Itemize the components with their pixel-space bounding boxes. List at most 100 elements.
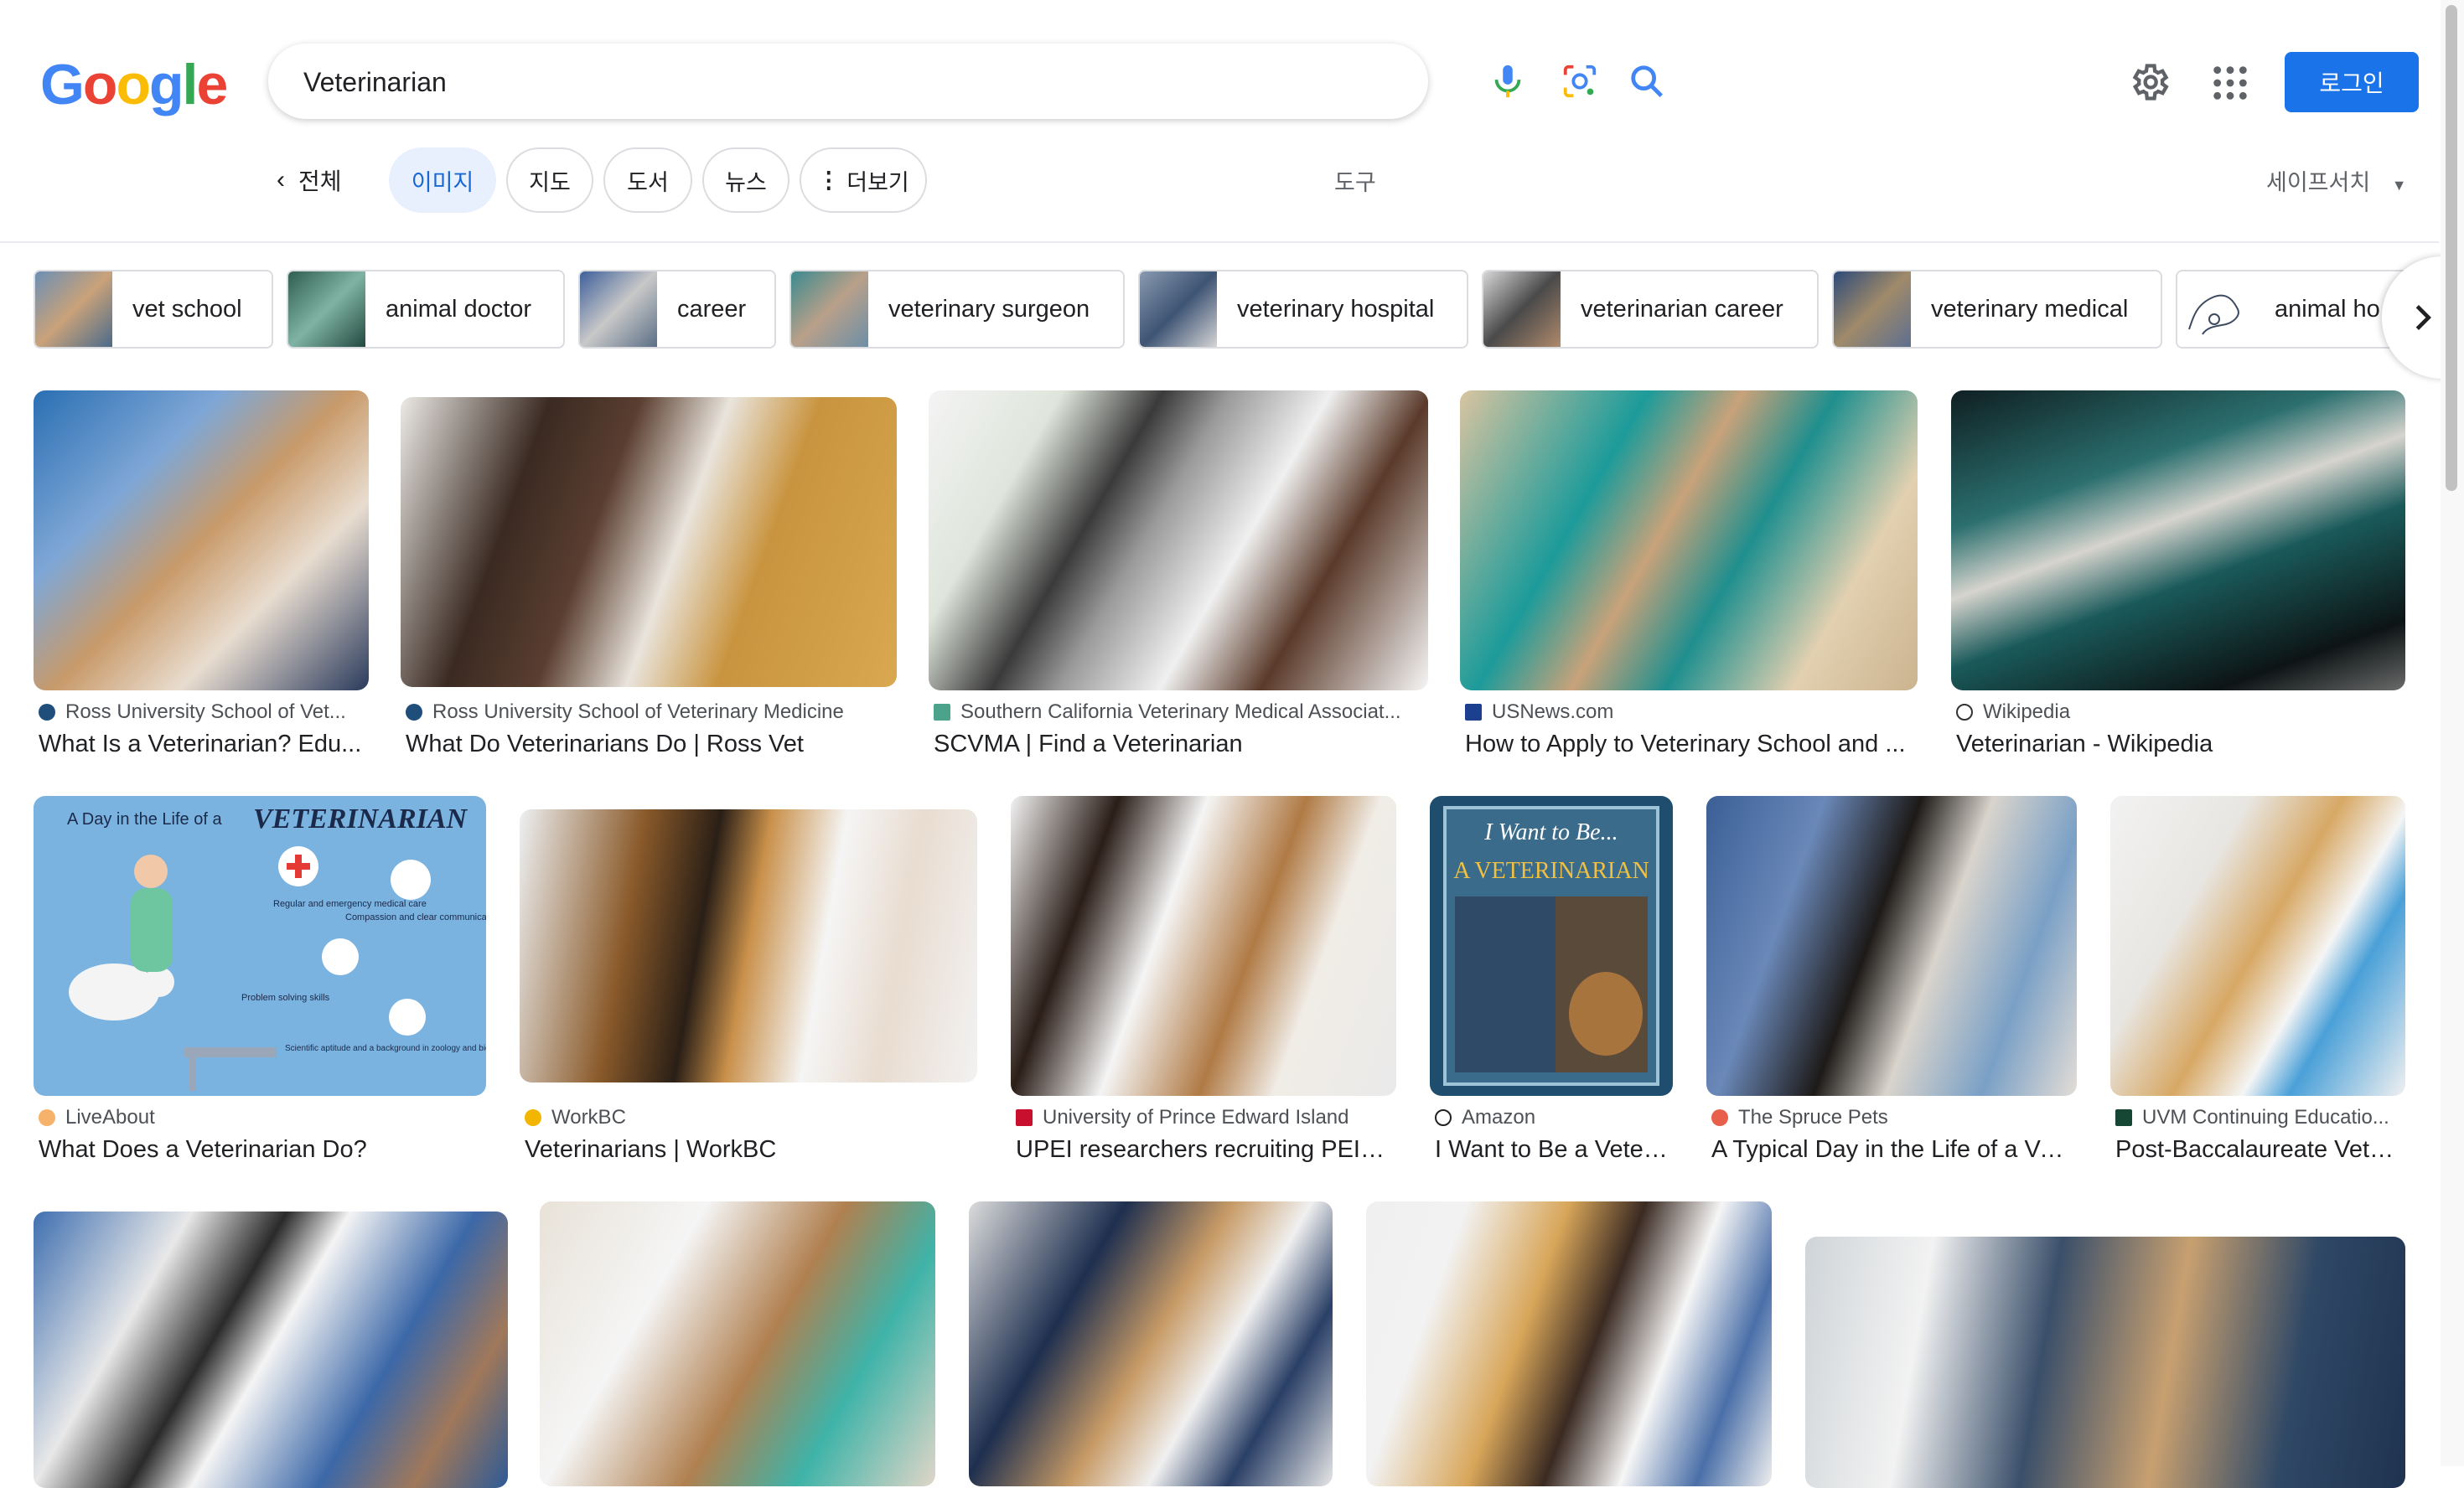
result-source[interactable]: Wikipedia [1956, 700, 2400, 724]
result-image[interactable] [969, 1201, 1333, 1486]
site-favicon-icon [1465, 704, 1482, 721]
chevron-left-icon: ‹ [277, 166, 285, 194]
result-image[interactable] [2110, 796, 2405, 1096]
site-favicon-icon [934, 704, 950, 721]
book-title-line1: I Want to Be... [1483, 819, 1618, 845]
result-image[interactable] [34, 1212, 508, 1488]
search-icon[interactable] [1628, 62, 1666, 101]
skill-label: Problem solving skills [241, 993, 330, 1003]
chip-label: veterinary surgeon [888, 295, 1090, 323]
login-button[interactable]: 로그인 [2285, 52, 2419, 112]
result-source[interactable]: LiveAbout [39, 1106, 483, 1129]
google-logo[interactable]: Google [40, 52, 228, 117]
result-image[interactable] [1366, 1201, 1772, 1486]
tab-images[interactable]: 이미지 [389, 147, 496, 213]
settings-gear-icon[interactable] [2127, 60, 2171, 104]
result-image[interactable] [34, 390, 369, 690]
result-image[interactable] [540, 1201, 935, 1486]
image-result[interactable]: I Want to Be... A VETERINARIAN Amazon I … [1430, 796, 1673, 1165]
result-image[interactable] [1011, 796, 1396, 1096]
image-result[interactable]: UVM Continuing Educatio... Post-Baccalau… [2110, 796, 2405, 1165]
caret-down-icon: ▼ [2391, 177, 2407, 194]
result-title[interactable]: SCVMA | Find a Veterinarian [934, 731, 1423, 758]
image-result[interactable] [1805, 1201, 2405, 1488]
infographic-heading-prefix: A Day in the Life of a [67, 810, 222, 829]
chip-veterinary-medical[interactable]: veterinary medical [1832, 270, 2162, 349]
image-result[interactable] [34, 1201, 508, 1488]
chip-vet-school[interactable]: vet school [34, 270, 273, 349]
lens-icon[interactable] [1561, 62, 1599, 101]
result-image[interactable] [520, 809, 977, 1082]
image-result[interactable] [1366, 1201, 1772, 1486]
tools-button[interactable]: 도구 [1334, 164, 1376, 197]
result-title[interactable]: A Typical Day in the Life of a Ve... [1711, 1136, 2072, 1164]
tab-more[interactable]: ⋮ 더보기 [800, 147, 927, 213]
microphone-icon[interactable] [1488, 62, 1527, 101]
result-image[interactable] [1706, 796, 2077, 1096]
result-source[interactable]: UVM Continuing Educatio... [2115, 1106, 2400, 1129]
tab-books[interactable]: 도서 [603, 147, 692, 213]
paw-icon [1711, 1109, 1728, 1126]
result-image[interactable] [929, 390, 1428, 690]
result-source[interactable]: University of Prince Edward Island [1016, 1106, 1391, 1129]
image-result[interactable]: WorkBC Veterinarians | WorkBC [520, 796, 977, 1165]
result-title[interactable]: UPEI researchers recruiting PEI v... [1016, 1136, 1391, 1164]
result-source[interactable]: Amazon [1435, 1106, 1668, 1129]
tab-all[interactable]: ‹ 전체 [277, 147, 342, 213]
result-source[interactable]: USNews.com [1465, 700, 1913, 724]
image-result[interactable]: Ross University School of Vet... What Is… [34, 390, 369, 759]
image-result[interactable]: University of Prince Edward Island UPEI … [1011, 796, 1396, 1165]
result-image[interactable]: I Want to Be... A VETERINARIAN [1430, 796, 1673, 1096]
search-input[interactable] [302, 62, 1143, 102]
chip-veterinary-hospital[interactable]: veterinary hospital [1138, 270, 1468, 349]
tab-all-label: 전체 [298, 168, 342, 194]
result-image[interactable] [1805, 1237, 2405, 1488]
tab-news[interactable]: 뉴스 [702, 147, 789, 213]
result-image[interactable] [1460, 390, 1918, 690]
site-favicon-icon [1016, 1109, 1033, 1126]
chip-thumbnail [580, 271, 657, 347]
safesearch-label: 세이프서치 [2266, 170, 2371, 195]
result-title[interactable]: I Want to Be a Veter... [1435, 1136, 1668, 1164]
safesearch-menu[interactable]: 세이프서치 ▼ [2266, 164, 2407, 197]
result-source[interactable]: Ross University School of Veterinary Med… [406, 700, 892, 724]
result-title[interactable]: What Do Veterinarians Do | Ross Vet [406, 731, 892, 758]
chip-veterinary-surgeon[interactable]: veterinary surgeon [789, 270, 1125, 349]
chip-career[interactable]: career [578, 270, 776, 349]
result-title[interactable]: How to Apply to Veterinary School and ..… [1465, 731, 1913, 758]
result-image[interactable] [1951, 390, 2405, 690]
site-favicon-icon [406, 704, 422, 721]
dog-line-icon [2188, 294, 2239, 335]
result-title[interactable]: Veterinarian - Wikipedia [1956, 731, 2400, 758]
image-result[interactable] [540, 1201, 935, 1486]
result-image[interactable] [401, 397, 897, 687]
image-result[interactable]: Southern California Veterinary Medical A… [929, 390, 1428, 759]
image-result[interactable]: The Spruce Pets A Typical Day in the Lif… [1706, 796, 2077, 1165]
result-title[interactable]: What Does a Veterinarian Do? [39, 1136, 483, 1164]
chip-thumbnail [1483, 271, 1561, 347]
amazon-icon [1435, 1109, 1452, 1126]
result-source[interactable]: Ross University School of Vet... [39, 700, 365, 724]
image-result[interactable]: Ross University School of Veterinary Med… [401, 390, 897, 759]
apps-grid-icon[interactable] [2211, 64, 2249, 102]
image-result[interactable]: A Day in the Life of a VETERINARIAN Regu… [34, 796, 486, 1165]
chip-animal-doctor[interactable]: animal doctor [287, 270, 565, 349]
image-result[interactable] [969, 1201, 1333, 1486]
result-title[interactable]: What Is a Veterinarian? Edu... [39, 731, 365, 758]
wikipedia-icon [1956, 704, 1973, 721]
result-image[interactable]: A Day in the Life of a VETERINARIAN Regu… [34, 796, 486, 1096]
chip-label: career [677, 295, 747, 323]
site-favicon-icon [2115, 1109, 2132, 1126]
tab-maps[interactable]: 지도 [506, 147, 593, 213]
result-source[interactable]: The Spruce Pets [1711, 1106, 2072, 1129]
result-title[interactable]: Veterinarians | WorkBC [525, 1136, 972, 1164]
site-favicon-icon [525, 1109, 541, 1126]
image-result[interactable]: Wikipedia Veterinarian - Wikipedia [1951, 390, 2405, 759]
scrollbar-thumb[interactable] [2446, 5, 2457, 491]
result-title[interactable]: Post-Baccalaureate Vete... [2115, 1136, 2400, 1164]
search-box[interactable] [268, 44, 1663, 119]
image-result[interactable]: USNews.com How to Apply to Veterinary Sc… [1460, 390, 1918, 759]
result-source[interactable]: WorkBC [525, 1106, 972, 1129]
result-source[interactable]: Southern California Veterinary Medical A… [934, 700, 1423, 724]
chip-veterinarian-career[interactable]: veterinarian career [1482, 270, 1819, 349]
